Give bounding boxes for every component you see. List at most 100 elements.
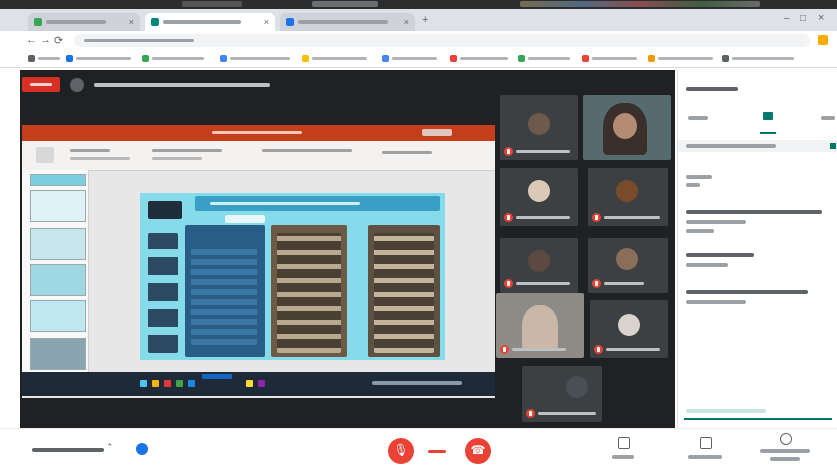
slide-thumbnail[interactable] bbox=[30, 338, 86, 370]
mic-off-icon bbox=[504, 147, 513, 156]
bookmark-item[interactable] bbox=[220, 55, 295, 62]
tab-favicon bbox=[151, 18, 159, 26]
bookmark-item[interactable] bbox=[28, 55, 63, 62]
taskbar-icon[interactable] bbox=[140, 380, 147, 387]
slide-thumbnail[interactable] bbox=[30, 300, 86, 332]
hang-up-button[interactable] bbox=[428, 450, 446, 453]
participant-tile[interactable] bbox=[590, 300, 668, 358]
windows-taskbar bbox=[22, 372, 495, 396]
avatar bbox=[528, 113, 550, 135]
new-tab-button[interactable]: + bbox=[422, 14, 428, 26]
taskbar-icon[interactable] bbox=[258, 380, 265, 387]
avatar bbox=[618, 314, 640, 336]
bookmark-item[interactable] bbox=[66, 55, 136, 62]
taskbar-icon[interactable] bbox=[188, 380, 195, 387]
taskbar-icon[interactable] bbox=[164, 380, 171, 387]
panel-banner bbox=[678, 140, 837, 152]
tab-close-icon[interactable]: × bbox=[129, 17, 134, 27]
bookmark-item[interactable] bbox=[582, 55, 642, 62]
avatar bbox=[528, 180, 550, 202]
participant-tile[interactable] bbox=[588, 238, 668, 293]
browser-tab[interactable]: × bbox=[28, 13, 140, 31]
slide-thumbnail[interactable] bbox=[30, 190, 86, 222]
slide-photo bbox=[185, 225, 265, 357]
chevron-up-icon[interactable]: ⌃ bbox=[106, 442, 114, 453]
info-icon[interactable] bbox=[136, 443, 148, 455]
bookmark-item[interactable] bbox=[142, 55, 212, 62]
mic-off-icon bbox=[594, 345, 603, 354]
close-window-icon[interactable]: × bbox=[818, 12, 824, 24]
mic-off-icon bbox=[500, 345, 509, 354]
panel-tab[interactable] bbox=[688, 116, 708, 120]
side-panel bbox=[677, 70, 837, 428]
meeting-details[interactable] bbox=[32, 448, 104, 452]
chat-input[interactable] bbox=[684, 404, 832, 420]
present-icon bbox=[700, 437, 712, 449]
bookmark-item[interactable] bbox=[382, 55, 444, 62]
bookmark-item[interactable] bbox=[648, 55, 718, 62]
top-strip bbox=[0, 0, 837, 9]
mic-off-icon bbox=[592, 213, 601, 222]
thumbnail bbox=[312, 1, 378, 7]
panel-message bbox=[686, 290, 808, 294]
participant-video bbox=[522, 305, 558, 351]
forward-icon[interactable]: → bbox=[40, 34, 51, 46]
taskbar-icon[interactable] bbox=[176, 380, 183, 387]
extension-icon[interactable] bbox=[818, 35, 828, 45]
back-icon[interactable]: ← bbox=[26, 34, 37, 46]
tab-title bbox=[163, 20, 241, 24]
avatar bbox=[566, 376, 588, 398]
browser-tab[interactable]: × bbox=[280, 13, 415, 31]
mic-off-icon: 🎙 bbox=[393, 443, 409, 457]
taskbar-icon[interactable] bbox=[152, 380, 159, 387]
participant-tile[interactable] bbox=[588, 168, 668, 226]
camera-toggle-button[interactable]: ☎ bbox=[465, 438, 491, 464]
panel-message bbox=[686, 300, 746, 304]
tab-close-icon[interactable]: × bbox=[264, 17, 269, 27]
tab-title bbox=[46, 20, 106, 24]
taskbar-icon[interactable] bbox=[246, 380, 253, 387]
participant-tile[interactable] bbox=[500, 168, 578, 226]
minimize-icon[interactable]: – bbox=[784, 13, 790, 24]
browser-tab-active[interactable]: × bbox=[145, 13, 275, 31]
tab-close-icon[interactable]: × bbox=[404, 17, 409, 27]
live-badge bbox=[22, 77, 60, 92]
bookmark-item[interactable] bbox=[450, 55, 512, 62]
slide-thumbnail[interactable] bbox=[30, 174, 86, 186]
panel-tab-active-icon[interactable] bbox=[763, 112, 773, 120]
powerpoint-ribbon bbox=[22, 141, 495, 171]
captions-icon bbox=[618, 437, 630, 449]
avatar bbox=[528, 250, 550, 272]
more-icon bbox=[780, 433, 792, 445]
participant-tile[interactable] bbox=[500, 238, 578, 293]
tab-favicon bbox=[34, 18, 42, 26]
participant-tile[interactable] bbox=[500, 95, 578, 160]
url-text bbox=[84, 39, 194, 42]
bookmark-item[interactable] bbox=[518, 55, 578, 62]
bookmark-item[interactable] bbox=[722, 55, 802, 62]
taskbar-active-app[interactable] bbox=[202, 374, 232, 379]
participant-tile-video[interactable] bbox=[583, 95, 671, 160]
powerpoint-titlebar bbox=[22, 125, 495, 141]
panel-tab[interactable] bbox=[821, 116, 835, 120]
mic-toggle-button[interactable]: 🎙 bbox=[388, 438, 414, 464]
mic-off-icon bbox=[504, 279, 513, 288]
url-bar[interactable] bbox=[74, 34, 810, 47]
participant-name bbox=[538, 412, 596, 415]
bookmark-item[interactable] bbox=[302, 55, 374, 62]
participant-tile[interactable] bbox=[522, 366, 602, 422]
bookmarks-bar bbox=[0, 50, 837, 68]
slide-thumbnail[interactable] bbox=[30, 228, 86, 260]
participant-name bbox=[606, 348, 660, 351]
tab-title bbox=[298, 20, 388, 24]
panel-message bbox=[686, 253, 754, 257]
slide-icon-column bbox=[148, 233, 178, 353]
panel-message bbox=[686, 210, 822, 214]
slide-thumbnail[interactable] bbox=[30, 264, 86, 296]
participant-tile-video[interactable] bbox=[496, 293, 584, 358]
thumbnail bbox=[182, 1, 242, 7]
maximize-icon[interactable]: □ bbox=[800, 13, 806, 24]
reload-icon[interactable]: ⟳ bbox=[54, 34, 63, 47]
panel-message bbox=[686, 220, 746, 224]
browser-tab-bar: × × × + – □ × bbox=[0, 9, 837, 31]
